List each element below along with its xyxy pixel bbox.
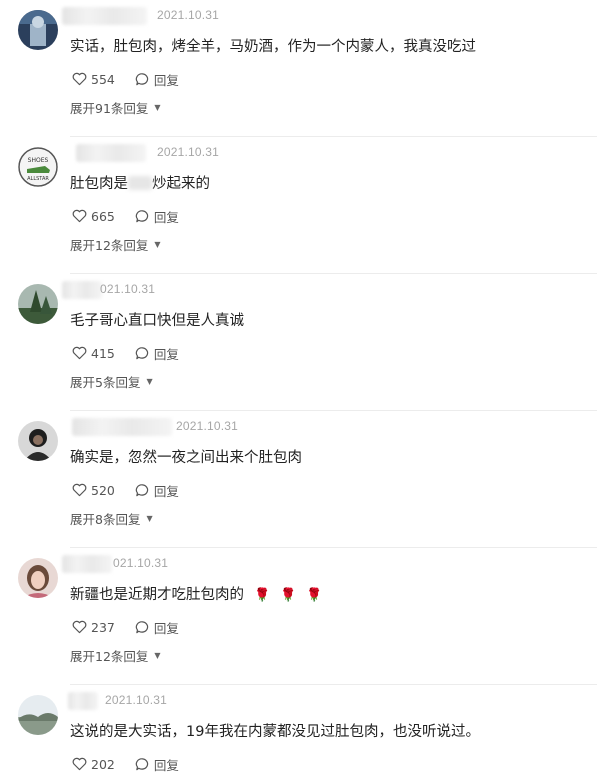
comment-text: 这说的是大实话，19年我在内蒙都没见过肚包肉，也没听说过。 [70,724,480,740]
comment-actions: 520 回复 [72,481,179,500]
obscured-word [128,176,152,190]
avatar[interactable] [18,421,58,461]
username-obscured [62,555,112,573]
like-button[interactable]: 202 [72,757,115,772]
comment-item: 021.10.31 新疆也是近期才吃肚包肉的 🌹 🌹 🌹 237 回复 展开12条回复… [0,548,597,685]
avatar[interactable] [18,695,58,735]
comment-actions: 415 回复 [72,344,179,363]
avatar[interactable] [18,10,58,50]
expand-replies-label: 展开12条回复 [70,649,149,664]
reply-label: 回复 [153,346,179,362]
reply-label: 回复 [153,757,179,773]
like-count: 665 [91,208,115,224]
comment-item: 2021.10.31 确实是，忽然一夜之间出来个肚包肉 520 回复 展开8条回… [0,411,597,548]
rose-emoji: 🌹 [306,588,323,603]
reply-label: 回复 [153,209,179,225]
speech-bubble-icon [135,210,148,223]
heart-outline-icon [72,72,87,86]
avatar[interactable] [18,284,58,324]
expand-replies-button[interactable]: 展开5条回复 ▼ [70,372,153,391]
speech-bubble-icon [135,484,148,497]
comment-text: 新疆也是近期才吃肚包肉的 🌹 🌹 🌹 [70,587,323,603]
heart-outline-icon [72,483,87,497]
reply-button[interactable]: 回复 [135,344,179,363]
speech-bubble-icon [135,73,148,86]
expand-replies-label: 展开5条回复 [70,375,141,390]
like-count: 554 [91,71,115,87]
username-obscured [72,418,172,436]
expand-replies-label: 展开91条回复 [70,101,149,116]
avatar[interactable]: SHOES ALLSTAR [18,147,58,187]
username-obscured [62,281,102,299]
caret-down-icon: ▼ [154,651,161,660]
comment-actions: 237 回复 [72,618,179,637]
expand-replies-label: 展开8条回复 [70,512,141,527]
speech-bubble-icon [135,621,148,634]
comment-item: SHOES ALLSTAR 2021.10.31 肚包肉是 炒起来的 665 回复 … [0,137,597,274]
heart-outline-icon [72,620,87,634]
reply-label: 回复 [153,620,179,636]
like-button[interactable]: 665 [72,209,115,224]
comment-date: 021.10.31 [113,556,169,570]
comment-item: 021.10.31 毛子哥心直口快但是人真诚 415 回复 展开5条回复 ▼ [0,274,597,411]
comment-actions: 665 回复 [72,207,179,226]
caret-down-icon: ▼ [146,514,153,523]
like-count: 520 [91,482,115,498]
expand-replies-label: 展开12条回复 [70,238,149,253]
comment-text: 确实是，忽然一夜之间出来个肚包肉 [70,450,302,466]
expand-replies-button[interactable]: 展开12条回复 ▼ [70,646,161,665]
comment-actions: 202 回复 [72,755,179,774]
reply-button[interactable]: 回复 [135,481,179,500]
comment-date: 2021.10.31 [176,419,239,433]
expand-replies-button[interactable]: 展开91条回复 ▼ [70,98,161,117]
reply-label: 回复 [153,72,179,88]
like-count: 202 [91,756,115,772]
like-button[interactable]: 415 [72,346,115,361]
caret-down-icon: ▼ [154,103,161,112]
comment-date: 2021.10.31 [157,145,220,159]
speech-bubble-icon [135,758,148,771]
comment-item: 2021.10.31 这说的是大实话，19年我在内蒙都没见过肚包肉，也没听说过。… [0,685,597,779]
svg-text:SHOES: SHOES [28,157,49,164]
comment-date: 021.10.31 [100,282,156,296]
svg-text:ALLSTAR: ALLSTAR [27,176,49,182]
comment-date: 2021.10.31 [105,693,168,707]
reply-button[interactable]: 回复 [135,755,179,774]
like-button[interactable]: 554 [72,72,115,87]
heart-outline-icon [72,346,87,360]
comment-date: 2021.10.31 [157,8,220,22]
like-count: 415 [91,345,115,361]
like-button[interactable]: 520 [72,483,115,498]
reply-button[interactable]: 回复 [135,618,179,637]
comment-text: 毛子哥心直口快但是人真诚 [70,313,244,329]
username-obscured [76,144,146,162]
expand-replies-button[interactable]: 展开8条回复 ▼ [70,509,153,528]
comment-text: 肚包肉是 炒起来的 [70,176,210,192]
caret-down-icon: ▼ [154,240,161,249]
like-button[interactable]: 237 [72,620,115,635]
speech-bubble-icon [135,347,148,360]
expand-replies-button[interactable]: 展开12条回复 ▼ [70,235,161,254]
reply-button[interactable]: 回复 [135,207,179,226]
heart-outline-icon [72,757,87,771]
caret-down-icon: ▼ [146,377,153,386]
comment-actions: 554 回复 [72,70,179,89]
avatar[interactable] [18,558,58,598]
like-count: 237 [91,619,115,635]
username-obscured [68,692,98,710]
reply-label: 回复 [153,483,179,499]
rose-emoji: 🌹 [280,588,297,603]
reply-button[interactable]: 回复 [135,70,179,89]
username-obscured [62,7,147,25]
rose-emoji: 🌹 [254,588,271,603]
comment-item: 2021.10.31 实话，肚包肉，烤全羊，马奶酒，作为一个内蒙人，我真没吃过 … [0,0,597,137]
heart-outline-icon [72,209,87,223]
comment-text: 实话，肚包肉，烤全羊，马奶酒，作为一个内蒙人，我真没吃过 [70,39,476,55]
